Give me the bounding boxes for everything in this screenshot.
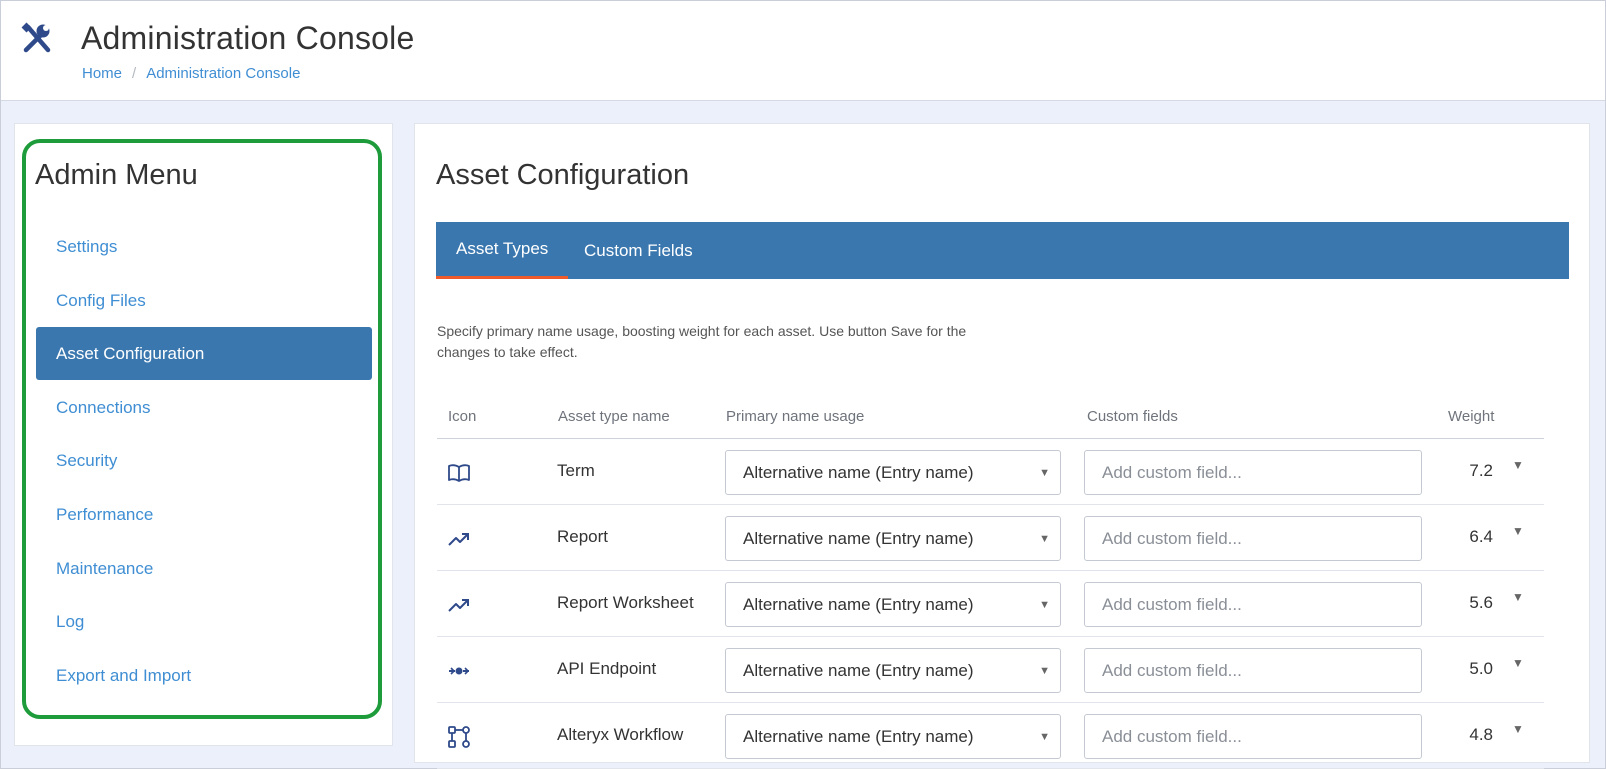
section-title: Asset Configuration [436, 159, 690, 191]
caret-down-icon: ▼ [1039, 533, 1050, 545]
trending-up-icon [448, 599, 469, 612]
tab-bar: Asset Types Custom Fields [436, 222, 1569, 279]
breadcrumb-separator: / [132, 65, 137, 82]
asset-type-name: API Endpoint [557, 659, 657, 678]
asset-type-name: Alteryx Workflow [557, 725, 684, 744]
custom-field-input[interactable] [1084, 450, 1422, 495]
column-header-primary-name-usage: Primary name usage [726, 408, 865, 425]
primary-name-usage-select[interactable]: Alternative name (Entry name) ▼ [725, 450, 1061, 495]
trending-up-icon [448, 533, 469, 546]
admin-menu-title: Admin Menu [35, 159, 198, 191]
menu-item-performance[interactable]: Performance [36, 488, 372, 541]
primary-name-usage-value: Alternative name (Entry name) [743, 660, 974, 680]
menu-item-security[interactable]: Security [36, 434, 372, 487]
table-row: API Endpoint Alternative name (Entry nam… [437, 637, 1544, 703]
weight-dropdown-icon[interactable]: ▼ [1512, 458, 1524, 472]
table-row: Report Worksheet Alternative name (Entry… [437, 571, 1544, 637]
menu-item-asset-configuration[interactable]: Asset Configuration [36, 327, 372, 380]
api-endpoint-icon [449, 667, 470, 675]
primary-name-usage-select[interactable]: Alternative name (Entry name) ▼ [725, 714, 1061, 759]
primary-name-usage-select[interactable]: Alternative name (Entry name) ▼ [725, 648, 1061, 693]
primary-name-usage-value: Alternative name (Entry name) [743, 462, 974, 482]
menu-item-log[interactable]: Log [36, 595, 372, 648]
table-row: Report Alternative name (Entry name) ▼ 6… [437, 505, 1544, 571]
caret-down-icon: ▼ [1039, 467, 1050, 479]
column-header-icon: Icon [448, 408, 477, 425]
app-header: Administration Console Home / Administra… [1, 1, 1605, 101]
primary-name-usage-value: Alternative name (Entry name) [743, 594, 974, 614]
column-header-custom-fields: Custom fields [1087, 408, 1178, 425]
menu-item-maintenance[interactable]: Maintenance [36, 542, 372, 595]
column-header-asset-type-name: Asset type name [558, 408, 670, 425]
weight-value: 4.8 [1469, 725, 1493, 744]
caret-down-icon: ▼ [1039, 731, 1050, 743]
primary-name-usage-value: Alternative name (Entry name) [743, 528, 974, 548]
breadcrumb: Home / Administration Console [82, 65, 300, 82]
weight-value: 6.4 [1469, 527, 1493, 546]
breadcrumb-current-link[interactable]: Administration Console [146, 65, 300, 82]
asset-type-name: Term [557, 461, 595, 480]
custom-field-input[interactable] [1084, 648, 1422, 693]
workflow-icon [448, 726, 470, 748]
weight-value: 5.0 [1469, 659, 1493, 678]
menu-item-connections[interactable]: Connections [36, 381, 372, 434]
table-row: Term Alternative name (Entry name) ▼ 7.2… [437, 439, 1544, 505]
weight-value: 7.2 [1469, 461, 1493, 480]
primary-name-usage-value: Alternative name (Entry name) [743, 726, 974, 746]
book-icon [448, 464, 470, 482]
weight-dropdown-icon[interactable]: ▼ [1512, 524, 1524, 538]
custom-field-input[interactable] [1084, 516, 1422, 561]
weight-dropdown-icon[interactable]: ▼ [1512, 722, 1524, 736]
weight-value: 5.6 [1469, 593, 1493, 612]
breadcrumb-home-link[interactable]: Home [82, 65, 122, 82]
primary-name-usage-select[interactable]: Alternative name (Entry name) ▼ [725, 516, 1061, 561]
caret-down-icon: ▼ [1039, 665, 1050, 677]
asset-types-description: Specify primary name usage, boosting wei… [437, 323, 967, 360]
column-header-weight: Weight [1448, 408, 1495, 425]
asset-type-name: Report [557, 527, 609, 546]
page-title: Administration Console [81, 20, 415, 56]
menu-item-config-files[interactable]: Config Files [36, 274, 372, 327]
menu-item-settings[interactable]: Settings [36, 220, 372, 273]
primary-name-usage-select[interactable]: Alternative name (Entry name) ▼ [725, 582, 1061, 627]
table-row: Alteryx Workflow Alternative name (Entry… [437, 703, 1544, 769]
tools-icon [21, 22, 51, 53]
custom-field-input[interactable] [1084, 714, 1422, 759]
asset-type-name: Report Worksheet [557, 593, 694, 612]
tab-asset-types[interactable]: Asset Types [436, 222, 569, 279]
custom-field-input[interactable] [1084, 582, 1422, 627]
weight-dropdown-icon[interactable]: ▼ [1512, 656, 1524, 670]
caret-down-icon: ▼ [1039, 599, 1050, 611]
tab-custom-fields[interactable]: Custom Fields [564, 222, 713, 279]
menu-item-export-and-import[interactable]: Export and Import [36, 649, 372, 702]
weight-dropdown-icon[interactable]: ▼ [1512, 590, 1524, 604]
